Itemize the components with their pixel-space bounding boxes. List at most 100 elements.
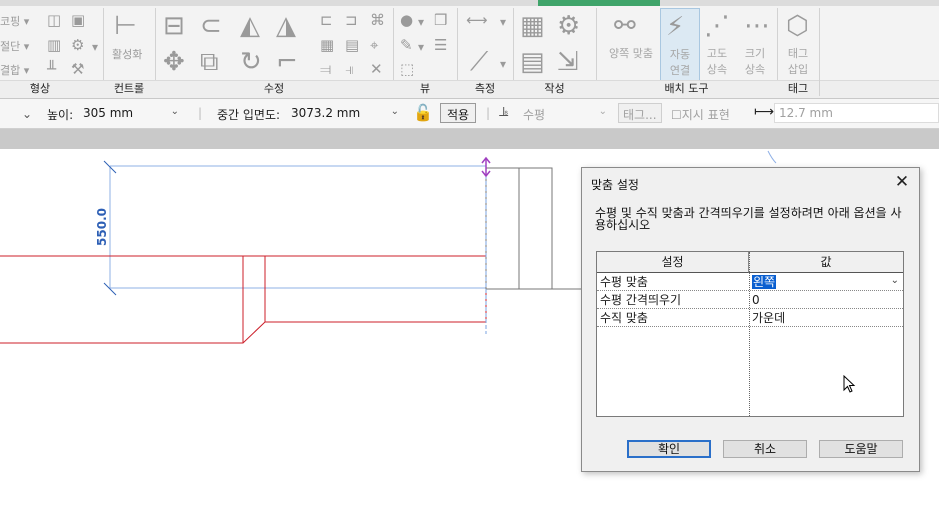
paint-icon[interactable]: ⚙: [71, 37, 84, 53]
setting-name: 수평 맞춤: [600, 275, 648, 289]
chevron-down-icon: ⌄: [170, 106, 179, 117]
leader-length-input[interactable]: 12.7 mm: [774, 103, 939, 123]
elevation-inherit-label-1[interactable]: 고도: [698, 46, 736, 61]
tag-insert-label-1[interactable]: 태그: [779, 46, 817, 61]
setting-name: 수평 간격띄우기: [600, 293, 682, 307]
chevron-down-icon[interactable]: ▾: [500, 56, 506, 72]
height-label: 높이:: [47, 108, 74, 122]
wall-joins-icon[interactable]: ╨: [47, 61, 56, 77]
ribbon-tab-strip: [0, 0, 939, 6]
extend-icon[interactable]: ⫣: [345, 61, 354, 77]
demolish-icon[interactable]: ⚒: [71, 61, 84, 77]
orientation-select[interactable]: 수평 ⌄: [518, 103, 612, 123]
help-button[interactable]: 도움말: [819, 440, 903, 458]
graphics-icon[interactable]: ☰: [434, 37, 447, 53]
height-select[interactable]: 305 mm ⌄: [78, 103, 184, 123]
trim-icon[interactable]: ⌐: [276, 48, 298, 76]
dialog-description: 수평 및 수직 맞춤과 간격띄우기를 설정하려면 아래 옵션을 사용하십시오: [595, 206, 902, 232]
elevation-inherit-label-2[interactable]: 상속: [698, 62, 736, 77]
close-icon[interactable]: ✕: [891, 172, 913, 192]
value-cell[interactable]: 가운데: [752, 310, 785, 326]
geometry-tool-icon[interactable]: ◫: [47, 12, 61, 28]
chevron-down-icon: ⌄: [390, 106, 399, 117]
tag-button[interactable]: 태그...: [618, 103, 662, 123]
linework-icon[interactable]: ✎: [400, 37, 413, 53]
size-inherit-icon[interactable]: ⋯: [744, 12, 770, 40]
panel-title-control: 컨트롤: [113, 82, 145, 95]
cope-button[interactable]: 코핑 ▾: [0, 13, 29, 29]
rotate-icon[interactable]: ↻: [240, 48, 262, 76]
orientation-value: 수평: [523, 108, 546, 122]
apply-button[interactable]: 적용: [440, 103, 476, 123]
array-icon[interactable]: ▦: [320, 37, 334, 53]
dimension-text[interactable]: 550.0: [95, 208, 109, 246]
size-inherit-label-2[interactable]: 상속: [736, 62, 774, 77]
unlock-icon[interactable]: 🔓: [413, 103, 433, 122]
pin-icon[interactable]: ⌖: [370, 37, 378, 53]
auto-connect-button[interactable]: ⚡ 자동 연결: [660, 8, 700, 82]
arc-fragment: [767, 150, 777, 164]
settings-grid: 설정 값 수평 맞춤 왼쪽 ⌄ 수평 간격띄우기 0 수직 맞춤 가운데: [596, 251, 904, 417]
panel-title-modify: 수정: [263, 82, 285, 95]
table-row[interactable]: 수직 맞춤 가운데: [597, 309, 903, 327]
scale-icon[interactable]: ▤: [345, 37, 359, 53]
panel-title-create: 작성: [544, 82, 565, 95]
value-combo[interactable]: 왼쪽: [752, 274, 777, 290]
setting-name: 수직 맞춤: [600, 311, 648, 325]
panel-title-measure: 측정: [474, 82, 496, 95]
hide-icon[interactable]: ●: [400, 12, 413, 28]
separator: |: [198, 106, 203, 120]
value-cell[interactable]: 0: [752, 292, 760, 308]
tag-insert-icon[interactable]: ⬡: [786, 12, 809, 40]
cancel-button[interactable]: 취소: [723, 440, 807, 458]
activate-icon[interactable]: ⊢: [114, 12, 137, 40]
selection-box-icon[interactable]: ⬚: [400, 61, 414, 77]
view-override-icon[interactable]: ❒: [434, 12, 447, 28]
delete-icon[interactable]: ✕: [370, 61, 383, 77]
copy-icon[interactable]: ⧉: [200, 48, 219, 76]
view-tab-bar: [0, 129, 939, 149]
create-similar-icon[interactable]: ▦: [520, 12, 545, 40]
chevron-down-icon[interactable]: ▾: [418, 39, 424, 55]
split-icon[interactable]: ⊏: [320, 12, 333, 28]
geometry-tool-icon[interactable]: ▣: [71, 12, 85, 28]
align-both-icon[interactable]: ⚯: [614, 12, 636, 40]
join-button[interactable]: 결합 ▾: [0, 62, 29, 78]
unpin-icon[interactable]: ⌘: [370, 12, 385, 28]
table-row[interactable]: 수평 간격띄우기 0: [597, 291, 903, 309]
mid-elevation-select[interactable]: 3073.2 mm ⌄: [286, 103, 404, 123]
mid-elevation-value: 3073.2 mm: [291, 106, 361, 120]
split-face-icon[interactable]: ▥: [47, 37, 61, 53]
tag-insert-label-2[interactable]: 삽입: [779, 62, 817, 77]
leader-checkbox[interactable]: ☐지시 표현: [671, 106, 730, 123]
move-icon[interactable]: ✥: [163, 48, 185, 76]
activate-button[interactable]: 활성화: [112, 46, 142, 62]
chevron-down-icon: ⌄: [598, 106, 607, 117]
align-both-button[interactable]: 양쪽 맞춤: [601, 46, 661, 61]
mid-elevation-label: 중간 입면도:: [217, 108, 281, 122]
part-icon[interactable]: ▤: [520, 48, 545, 76]
chevron-down-icon[interactable]: ▾: [92, 39, 98, 55]
align-icon[interactable]: ⊟: [163, 12, 185, 40]
chevron-down-icon[interactable]: ▾: [500, 14, 506, 30]
mirror-axis-icon[interactable]: ◭: [240, 12, 260, 40]
assembly-icon[interactable]: ⇲: [557, 48, 579, 76]
cut-button[interactable]: 절단 ▾: [0, 38, 29, 54]
chevron-down-icon[interactable]: ⌄: [891, 275, 899, 286]
size-inherit-label-1[interactable]: 크기: [736, 46, 774, 61]
measure-icon[interactable]: ⟷: [466, 12, 488, 28]
join-label: 결합: [0, 64, 21, 77]
chevron-down-icon[interactable]: ▾: [418, 14, 424, 30]
chevron-down-icon[interactable]: ⌄: [22, 106, 32, 122]
split-gap-icon[interactable]: ⊐: [345, 12, 358, 28]
mirror-draw-icon[interactable]: ◮: [276, 12, 296, 40]
trim-multiple-icon[interactable]: ⫤: [320, 61, 331, 77]
ok-button[interactable]: 확인: [627, 440, 711, 458]
elevation-inherit-icon[interactable]: ⋰: [704, 12, 730, 40]
family-icon[interactable]: ⚙: [557, 12, 580, 40]
table-row[interactable]: 수평 맞춤 왼쪽 ⌄: [597, 273, 903, 291]
offset-icon[interactable]: ⊂: [200, 12, 222, 40]
separator: |: [486, 106, 491, 120]
dimension-icon[interactable]: ⟋: [470, 48, 488, 76]
alignment-settings-dialog: 맞춤 설정 ✕ 수평 및 수직 맞춤과 간격띄우기를 설정하려면 아래 옵션을 …: [581, 167, 920, 472]
